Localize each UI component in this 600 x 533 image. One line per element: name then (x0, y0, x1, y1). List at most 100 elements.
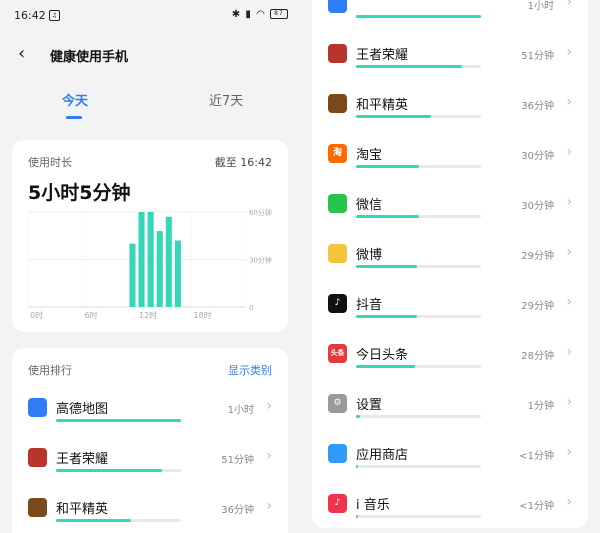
right-screen: 1小时 › 王者荣耀 51分钟 › 和平精英 36分钟 › 淘淘宝 30分钟 › 微信 30分钟 › 微博 2… (300, 0, 600, 533)
chevron-right-icon: › (566, 494, 572, 510)
app-name: 和平精英 (356, 98, 409, 113)
usage-bar-track (56, 519, 181, 522)
usage-bar-track (356, 215, 481, 218)
usage-bar-fill (356, 15, 481, 18)
app-usage-row[interactable]: 1小时 › (312, 0, 588, 44)
app-duration: 36分钟 (521, 101, 554, 112)
amap-icon (28, 398, 47, 417)
app-header: ‹ 健康使用手机 (0, 32, 300, 78)
chart-x-tick: 12时 (139, 310, 157, 320)
app-duration: 29分钟 (521, 251, 554, 262)
app-duration: <1分钟 (519, 451, 554, 462)
tab-bar: 今天 近7天 (0, 80, 300, 120)
chevron-right-icon: › (266, 498, 272, 514)
app-duration: 1小时 (227, 405, 254, 416)
app-usage-row[interactable]: 头条 今日头条 28分钟 › (312, 344, 588, 394)
ranking-title: 使用排行 (28, 364, 72, 377)
chart-bar (174, 240, 181, 307)
app-usage-row[interactable]: 和平精英 36分钟 › (312, 94, 588, 144)
app-usage-row[interactable]: 和平精英 36分钟 › (12, 498, 288, 533)
app-duration: 30分钟 (521, 151, 554, 162)
usage-bar-track (356, 15, 481, 18)
tab-indicator (66, 116, 82, 119)
chart-y-tick: 30分钟 (249, 256, 272, 265)
usage-bar-fill (356, 315, 418, 318)
tab-last-7-days[interactable]: 近7天 (209, 90, 243, 109)
chevron-right-icon: › (566, 44, 572, 60)
chart-x-tick: 18时 (194, 310, 212, 320)
app-usage-row[interactable]: ♪ i 音乐 <1分钟 › (312, 494, 588, 533)
usage-chart: 0时 6时 12时 18时 60分钟 30分钟 0 (27, 208, 272, 320)
usage-bar-track (356, 315, 481, 318)
chart-bar (129, 243, 136, 307)
chevron-right-icon: › (566, 94, 572, 110)
app-usage-row[interactable]: 应用商店 <1分钟 › (312, 444, 588, 494)
app-usage-row[interactable]: 微信 30分钟 › (312, 194, 588, 244)
app-name: 和平精英 (56, 502, 109, 517)
back-icon[interactable]: ‹ (18, 44, 38, 64)
usage-bar-track (356, 265, 481, 268)
app-name: 应用商店 (356, 448, 409, 463)
usage-bar-fill (356, 165, 419, 168)
app-duration: 51分钟 (221, 455, 254, 466)
i-music-icon: ♪ (328, 494, 347, 513)
taobao-icon: 淘 (328, 144, 347, 163)
battery-icon: 87 (270, 9, 288, 19)
chevron-right-icon: › (566, 144, 572, 160)
notification-icon: ♫ (49, 10, 60, 21)
usage-bar-fill (356, 115, 431, 118)
show-category-button[interactable]: 显示类别 (228, 362, 272, 378)
app-store-icon (328, 444, 347, 463)
app-name: 微信 (356, 198, 383, 213)
app-duration: 28分钟 (521, 351, 554, 362)
tab-today[interactable]: 今天 (62, 90, 88, 109)
status-time: 16:42 (14, 9, 46, 22)
chevron-right-icon: › (566, 444, 572, 460)
amap-icon (328, 0, 347, 13)
app-usage-row[interactable]: 王者荣耀 51分钟 › (12, 448, 288, 498)
settings-icon: ⚙ (328, 394, 347, 413)
app-usage-row[interactable]: 微博 29分钟 › (312, 244, 588, 294)
app-duration: 1分钟 (527, 401, 554, 412)
peace-elite-icon (328, 94, 347, 113)
chevron-right-icon: › (566, 0, 572, 10)
usage-bar-track (56, 419, 181, 422)
chevron-right-icon: › (266, 398, 272, 414)
app-name: 抖音 (356, 298, 383, 313)
app-usage-row[interactable]: 淘淘宝 30分钟 › (312, 144, 588, 194)
usage-bar-track (356, 365, 481, 368)
chart-bar (156, 231, 163, 307)
app-usage-row[interactable]: ♪ 抖音 29分钟 › (312, 294, 588, 344)
honor-of-kings-icon (328, 44, 347, 63)
app-name: 淘宝 (356, 148, 383, 163)
wifi-icon: ◠ (256, 9, 266, 20)
app-usage-row[interactable]: 高德地图 1小时 › (12, 398, 288, 448)
usage-bar-fill (356, 365, 415, 368)
app-name: 今日头条 (356, 348, 409, 363)
app-name: 微博 (356, 248, 383, 263)
usage-bar-fill (356, 515, 358, 518)
usage-bar-track (56, 469, 181, 472)
usage-bar-track (356, 65, 481, 68)
chevron-right-icon: › (566, 344, 572, 360)
chevron-right-icon: › (266, 448, 272, 464)
chevron-right-icon: › (566, 244, 572, 260)
app-duration: 51分钟 (521, 51, 554, 62)
ranking-card-continued: 1小时 › 王者荣耀 51分钟 › 和平精英 36分钟 › 淘淘宝 30分钟 › 微信 30分钟 › 微博 2… (312, 0, 588, 528)
usage-bar-fill (356, 65, 463, 68)
signal-icon: ▮ (245, 9, 252, 20)
app-duration: <1分钟 (519, 501, 554, 512)
chevron-right-icon: › (566, 394, 572, 410)
usage-bar-track (356, 115, 481, 118)
chart-y-tick: 0 (249, 304, 253, 312)
app-usage-row[interactable]: ⚙ 设置 1分钟 › (312, 394, 588, 444)
bluetooth-icon: ✱ (231, 9, 242, 20)
usage-bar-track (356, 465, 481, 468)
chart-x-tick: 0时 (30, 310, 43, 320)
usage-bar-fill (56, 519, 131, 522)
chevron-right-icon: › (566, 194, 572, 210)
usage-bar-fill (356, 265, 418, 268)
app-usage-row[interactable]: 王者荣耀 51分钟 › (312, 44, 588, 94)
toutiao-icon: 头条 (328, 344, 347, 363)
usage-bar-fill (356, 415, 360, 418)
